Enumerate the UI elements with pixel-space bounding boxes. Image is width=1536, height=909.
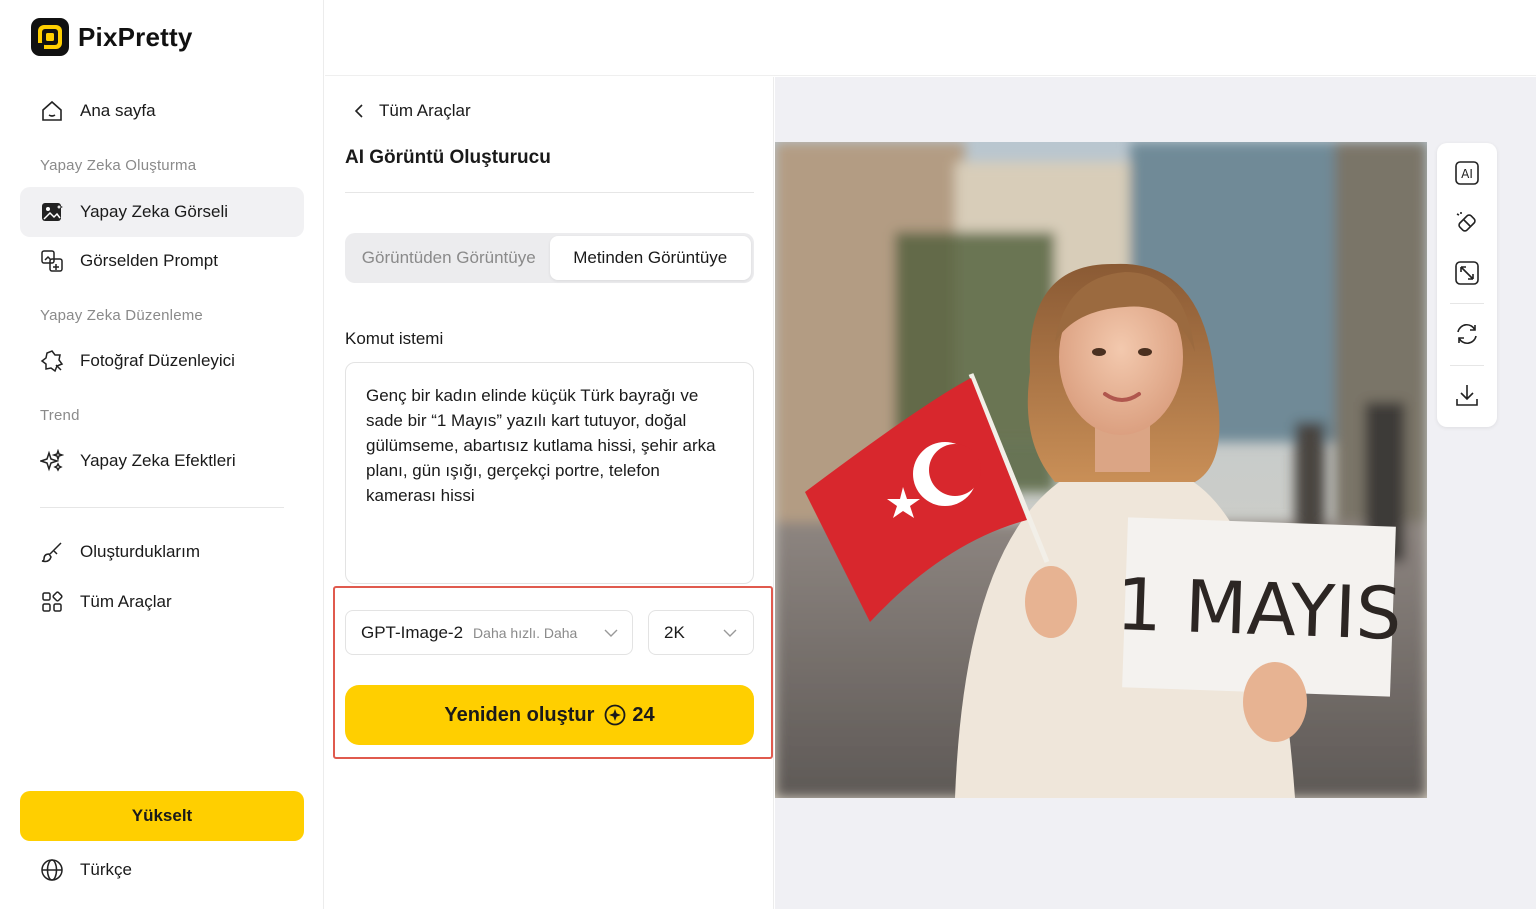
prompt-label: Komut istemi [345,329,444,348]
model-description: Daha hızlı. Daha [473,624,578,641]
nav-photo-editor[interactable]: Fotoğraf Düzenleyici [20,336,304,386]
mode-tabs: Görüntüden Görüntüye Metinden Görüntüye [345,233,754,283]
expand-tool-button[interactable] [1452,258,1482,288]
tab-text-to-image[interactable]: Metinden Görüntüye [549,236,751,280]
nav-image-to-prompt[interactable]: Görselden Prompt [20,236,304,286]
regenerate-button[interactable]: Yeniden oluştur 24 [345,685,754,745]
top-bar [325,0,1536,76]
expand-icon [1455,261,1479,285]
svg-text:AI: AI [1461,167,1473,181]
nav-ai-effects[interactable]: Yapay Zeka Efektleri [20,436,304,486]
model-select[interactable]: GPT-Image-2 Daha hızlı. Daha [345,610,633,655]
back-label: Tüm Araçlar [379,101,471,120]
chevron-down-icon [723,629,737,637]
ai-tool-button[interactable]: AI [1452,158,1482,188]
sign-text: 1 MAYIS [1115,562,1403,656]
tab-image-to-image[interactable]: Görüntüden Görüntüye [348,236,550,280]
upgrade-button[interactable]: Yükselt [20,791,304,841]
app-name: PixPretty [78,21,193,52]
model-name: GPT-Image-2 [361,622,464,642]
canvas-area: 1 MAYIS AI [775,77,1536,909]
back-to-all-tools[interactable]: Tüm Araçlar [353,101,471,121]
ai-icon: AI [1455,161,1479,185]
chevron-left-icon [354,104,363,118]
photo-editor-icon [40,349,64,373]
globe-icon [41,859,63,881]
toolbar-divider [1450,303,1484,304]
image-prompt-icon [40,249,64,273]
image-toolbar: AI [1437,143,1497,427]
nav-ai-image[interactable]: Yapay Zeka Görseli [20,187,304,237]
nav-image-to-prompt-label: Görselden Prompt [80,251,218,270]
generated-image[interactable]: 1 MAYIS [775,142,1427,798]
section-ai-edit: Yapay Zeka Düzenleme [40,307,203,324]
chevron-down-icon [604,629,618,637]
section-ai-create: Yapay Zeka Oluşturma [40,157,197,174]
resolution-select[interactable]: 2K [648,610,754,655]
grid-icon [40,590,64,614]
resolution-value: 2K [664,622,685,642]
nav-home-label: Ana sayfa [80,101,156,120]
nav-my-creations[interactable]: Oluşturduklarım [20,527,304,577]
tool-panel: Tüm Araçlar AI Görüntü Oluşturucu Görünt… [325,77,774,909]
credit-cost: 24 [604,703,655,727]
nav-home[interactable]: Ana sayfa [20,86,304,136]
credit-icon [604,704,626,726]
ai-image-icon [40,200,64,224]
logo-icon [31,18,69,56]
panel-divider [345,192,754,193]
download-icon [1456,385,1478,406]
page-title: AI Görüntü Oluşturucu [345,147,551,168]
nav-my-creations-label: Oluşturduklarım [80,542,200,561]
sparkles-icon [40,449,64,473]
sidebar: PixPretty Ana sayfa Yapay Zeka Oluşturma… [0,0,324,909]
brush-icon [40,540,64,564]
language-selector[interactable]: Türkçe [40,858,132,882]
home-icon [40,99,64,123]
nav-all-tools[interactable]: Tüm Araçlar [20,577,304,627]
section-trend: Trend [40,407,80,424]
nav-all-tools-label: Tüm Araçlar [80,592,172,611]
download-tool-button[interactable] [1452,380,1482,410]
eraser-icon [1456,212,1476,232]
eraser-tool-button[interactable] [1452,208,1482,238]
refresh-tool-button[interactable] [1452,319,1482,349]
nav-ai-effects-label: Yapay Zeka Efektleri [80,451,236,470]
toolbar-divider [1450,365,1484,366]
sidebar-divider [40,507,284,508]
credit-count: 24 [632,703,655,726]
regenerate-label: Yeniden oluştur [444,703,595,726]
nav-photo-editor-label: Fotoğraf Düzenleyici [80,351,235,370]
language-label: Türkçe [80,860,132,879]
prompt-input[interactable]: Genç bir kadın elinde küçük Türk bayrağı… [345,362,754,584]
logo[interactable]: PixPretty [30,17,193,57]
nav-ai-image-label: Yapay Zeka Görseli [80,202,229,221]
refresh-icon [1457,324,1477,344]
